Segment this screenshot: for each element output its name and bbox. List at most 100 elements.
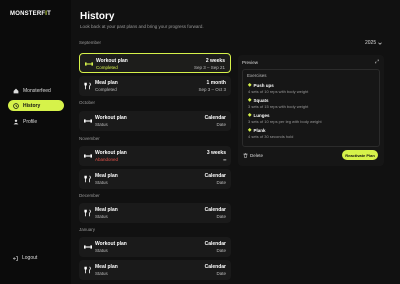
month-label: October — [79, 100, 96, 105]
exercise-item: ◆ Squats 3 sets of 15 reps with body weig… — [248, 97, 378, 109]
exercise-name: Plank — [253, 127, 266, 133]
exercise-item: ◆ Push ups 4 sets of 10 reps with body we… — [248, 82, 378, 94]
card-status: Completed — [96, 65, 118, 70]
card-date: Date — [216, 271, 226, 276]
sidebar-item-label: Monsterfeed — [23, 87, 51, 94]
history-card[interactable]: Workout plan Completed 2 weeks Sep 3 – S… — [79, 53, 231, 73]
card-calendar: Calendar — [204, 264, 226, 270]
preview-title: Preview — [242, 60, 259, 65]
card-title: Workout plan — [95, 150, 127, 156]
trash-icon — [243, 153, 248, 158]
exercise-name: Lunges — [253, 112, 270, 118]
history-card[interactable]: Meal plan Status Calendar Date — [79, 169, 231, 189]
history-card[interactable]: Meal plan Status Calendar Date — [79, 203, 231, 223]
history-card[interactable]: Workout plan Status Calendar Date — [79, 237, 231, 257]
card-calendar: Calendar — [204, 241, 226, 247]
year-select[interactable]: 2025 — [365, 40, 382, 46]
dumbbell-icon — [84, 245, 92, 249]
sidebar: MONSTERFIT Monsterfeed History Profile L… — [0, 0, 71, 284]
card-status: Status — [95, 214, 108, 219]
card-calendar: Calendar — [204, 115, 226, 121]
home-icon — [13, 88, 19, 93]
month-label: November — [79, 136, 100, 141]
card-dates: Sep 3 – Oct 3 — [198, 87, 226, 92]
reactivate-plan-button[interactable]: Reactivate Plan — [342, 150, 378, 160]
card-title: Meal plan — [95, 207, 118, 213]
month-label: January — [79, 227, 96, 232]
delete-button[interactable]: Delete — [243, 153, 263, 158]
history-icon — [13, 102, 19, 109]
exercise-desc: 4 sets of 30 seconds hold — [248, 134, 294, 139]
dumbbell-icon — [85, 62, 93, 66]
logout-icon — [13, 255, 18, 261]
app: MONSTERFIT Monsterfeed History Profile L… — [0, 0, 400, 284]
year-value: 2025 — [365, 40, 377, 46]
exercise-desc: 4 sets of 10 reps with body weight — [248, 89, 309, 94]
month-label: December — [79, 193, 100, 198]
sidebar-item-history[interactable]: History — [8, 100, 64, 111]
brand-name-main: MONSTERF — [10, 11, 46, 17]
history-card[interactable]: Meal plan Status Calendar Date — [79, 260, 231, 280]
card-title: Workout plan — [95, 115, 127, 121]
card-date: Date — [216, 248, 226, 253]
card-status: Status — [95, 248, 108, 253]
card-title: Meal plan — [95, 80, 118, 86]
user-icon — [13, 119, 19, 124]
history-card[interactable]: Meal plan Completed 1 month Sep 3 – Oct … — [79, 76, 231, 96]
delete-label: Delete — [250, 153, 264, 158]
logout-button[interactable]: Logout — [13, 255, 37, 261]
exercise-list: Exercises ◆ Push ups 4 sets of 10 reps wi… — [242, 69, 380, 147]
card-date: Date — [216, 122, 226, 127]
month-label: September — [79, 40, 102, 45]
cutlery-icon — [84, 82, 91, 90]
card-status: Status — [95, 180, 108, 185]
card-duration: 2 weeks — [205, 58, 225, 64]
card-dates: Sep 3 – Sep 21 — [193, 65, 225, 70]
bullet-icon: ◆ — [248, 97, 252, 102]
cutlery-icon — [84, 266, 91, 274]
date-range-dots: ▪▪▪ — [223, 157, 226, 162]
card-title: Meal plan — [95, 173, 118, 179]
card-status: Abandoned — [95, 157, 119, 162]
sidebar-item-label: Profile — [23, 118, 38, 125]
card-date: Date — [216, 214, 226, 219]
sidebar-item-monsterfeed[interactable]: Monsterfeed — [8, 85, 64, 96]
exercise-item: ◆ Lunges 3 sets of 10 reps per leg with b… — [248, 112, 378, 124]
card-calendar: Calendar — [204, 173, 226, 179]
logout-label: Logout — [22, 255, 38, 261]
sidebar-item-profile[interactable]: Profile — [8, 116, 64, 127]
history-card[interactable]: Workout plan Status Calendar Date — [79, 111, 231, 131]
exercise-name: Push ups — [253, 82, 274, 88]
sidebar-item-label: History — [23, 102, 41, 109]
card-date: Date — [216, 180, 226, 185]
page-subtitle: Look back at your past plans and bring y… — [80, 24, 204, 29]
main-content: History Look back at your past plans and… — [71, 0, 400, 284]
history-card[interactable]: Workout plan Abandoned 3 weeks ▪▪▪ — [79, 146, 231, 166]
page-title: History — [80, 11, 115, 22]
card-title: Workout plan — [96, 58, 128, 64]
exercise-item: ◆ Plank 4 sets of 30 seconds hold — [248, 127, 378, 139]
dumbbell-icon — [84, 154, 92, 158]
expand-icon[interactable]: ⤢ — [375, 59, 379, 65]
bullet-icon: ◆ — [248, 112, 252, 117]
card-status: Completed — [95, 87, 117, 92]
exercise-name: Squats — [253, 97, 269, 103]
dumbbell-icon — [84, 119, 92, 123]
cutlery-icon — [84, 209, 91, 217]
bullet-icon: ◆ — [248, 82, 252, 87]
cutlery-icon — [84, 175, 91, 183]
brand-logo[interactable]: MONSTERFIT — [10, 11, 51, 17]
card-calendar: Calendar — [204, 207, 226, 213]
chevron-down-icon — [378, 42, 382, 45]
exercise-desc: 3 sets of 15 reps with body weight — [248, 104, 309, 109]
card-title: Workout plan — [95, 241, 127, 247]
card-status: Status — [95, 271, 108, 276]
card-duration: 3 weeks — [206, 150, 226, 156]
bullet-icon: ◆ — [248, 127, 252, 132]
card-status: Status — [95, 122, 108, 127]
card-title: Meal plan — [95, 264, 118, 270]
card-duration: 1 month — [206, 80, 226, 86]
history-list: September Workout plan Completed 2 weeks… — [79, 40, 231, 284]
exercise-desc: 3 sets of 10 reps per leg with body weig… — [248, 119, 322, 124]
brand-name-tail: T — [47, 11, 52, 17]
